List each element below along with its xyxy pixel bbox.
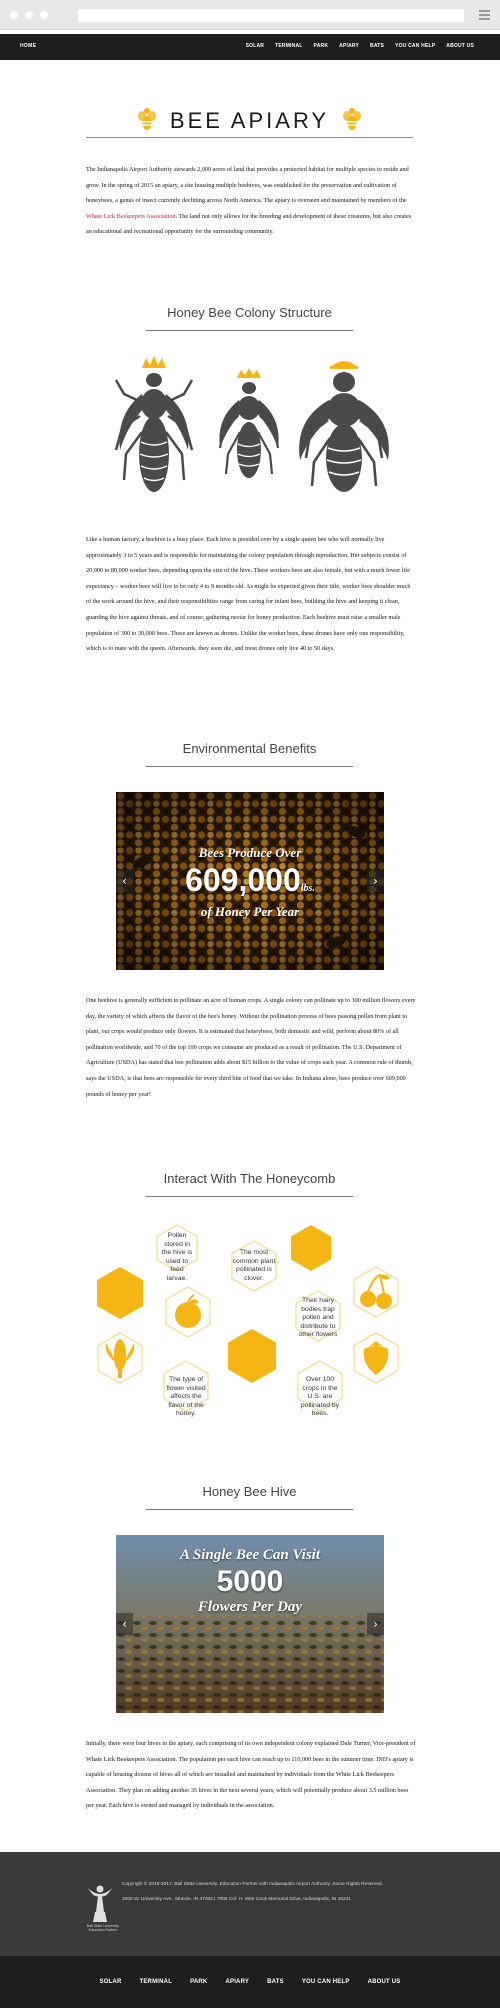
beekeepers-association-link[interactable]: Whate Lick Beekeepers Association [86, 213, 176, 220]
nav-solar-link[interactable]: SOLAR [246, 43, 265, 49]
footer-nav-terminal-link[interactable]: TERMINAL [139, 1979, 172, 1985]
address-bar[interactable] [78, 9, 464, 22]
apple-icon [175, 1294, 201, 1328]
nav-home-link[interactable]: HOME [20, 43, 36, 49]
slide-number: 609,000 [185, 862, 301, 898]
slide-big-number: 5000 [216, 1565, 284, 1598]
slide-prev-arrow-icon[interactable]: ‹ [116, 1613, 133, 1635]
page-title-block: BEE APIARY [86, 102, 413, 142]
footer-nav-you-can-help-link[interactable]: YOU CAN HELP [302, 1979, 350, 1985]
ball-state-beneficence-logo-icon [88, 1885, 112, 1922]
slide-next-arrow-icon[interactable]: › [367, 1613, 384, 1635]
top-nav-links: SOLAR TERMINAL PARK APIARY BATS YOU CAN … [246, 43, 474, 49]
nav-you-can-help-link[interactable]: YOU CAN HELP [395, 43, 435, 49]
slide-prev-arrow-icon[interactable]: ‹ [116, 870, 133, 892]
footer-nav-about-us-link[interactable]: ABOUT US [368, 1979, 401, 1985]
nav-apiary-link[interactable]: APIARY [339, 43, 359, 49]
slide-caption-top: Bees Produce Over [198, 845, 302, 860]
environment-heading: Environmental Benefits [182, 741, 317, 756]
fact-flower-flavor[interactable]: The type of flower visited affects the f… [164, 1376, 208, 1419]
window-maximize-dot[interactable] [40, 11, 48, 19]
worker-bee-icon [218, 382, 280, 478]
drone-cap-icon [330, 361, 358, 369]
footer-nav-links: SOLAR TERMINAL PARK APIARY BATS YOU CAN … [0, 1979, 500, 1985]
slide-caption-top: A Single Bee Can Visit [179, 1547, 321, 1563]
section-divider [146, 766, 353, 767]
browser-chrome [0, 0, 500, 30]
queen-bee-icon [114, 373, 194, 492]
honey-production-slide: Bees Produce Over 609,000lbs. of Honey P… [116, 792, 384, 970]
cherry-icon [360, 1273, 392, 1309]
hex-cell-yellow [291, 1225, 331, 1271]
nav-terminal-link[interactable]: TERMINAL [275, 43, 302, 49]
strawberry-icon [363, 1341, 389, 1375]
footer-navigation: SOLAR TERMINAL PARK APIARY BATS YOU CAN … [0, 1956, 500, 2008]
intro-paragraph: The Indianapolis Airport Authority stewa… [86, 162, 416, 240]
bee-castes-illustration [114, 356, 389, 492]
window-minimize-dot[interactable] [25, 11, 33, 19]
footer-logo-caption: Ball State University Education Partner [86, 1924, 120, 1933]
corn-icon [105, 1339, 135, 1378]
bee-icon [343, 108, 361, 130]
drone-bee-icon [299, 372, 389, 492]
slide-big-number: 609,000lbs. [116, 862, 384, 899]
hex-cell-yellow [97, 1267, 143, 1319]
section-divider [146, 1196, 353, 1197]
nav-bats-link[interactable]: BATS [370, 43, 384, 49]
page-title: BEE APIARY [169, 108, 330, 133]
footer-nav-park-link[interactable]: PARK [190, 1979, 207, 1985]
window-close-dot[interactable] [10, 11, 18, 19]
slide-caption-bottom: of Honey Per Year [200, 904, 300, 919]
intro-text-1: The Indianapolis Airport Authority stewa… [86, 166, 409, 205]
crown-icon [142, 356, 166, 368]
footer-nav-bats-link[interactable]: BATS [267, 1979, 284, 1985]
hamburger-menu-icon[interactable] [479, 10, 490, 20]
interactive-honeycomb: Pollen stored in the hive is used to fee… [80, 1215, 420, 1445]
environment-paragraph: One beehive is generally sufficient to p… [86, 997, 416, 1098]
slide-next-arrow-icon[interactable]: › [367, 870, 384, 892]
colony-heading: Honey Bee Colony Structure [167, 305, 332, 320]
hive-paragraph: Initially, there were four hives in the … [86, 1740, 416, 1810]
hex-cell-yellow [228, 1329, 276, 1383]
hive-heading: Honey Bee Hive [202, 1484, 297, 1499]
section-divider [146, 1509, 353, 1510]
honeycomb-heading: Interact With The Honeycomb [163, 1171, 336, 1186]
top-navigation: HOME SOLAR TERMINAL PARK APIARY BATS YOU… [0, 34, 500, 60]
slide-caption-bottom: Flowers Per Day [197, 1599, 303, 1615]
section-divider [146, 330, 353, 331]
bee-visit-slide: A Single Bee Can Visit 5000 Flowers Per … [116, 1535, 384, 1713]
footer-nav-apiary-link[interactable]: APIARY [225, 1979, 249, 1985]
footer-address: 2000 W. University Ave., Muncie, IN 4730… [122, 1897, 352, 1902]
worker-hat-icon [237, 368, 261, 378]
footer-copyright: Copyright © 2016-2017. Ball State Univer… [122, 1882, 383, 1887]
fact-pollen-larvae[interactable]: Pollen stored in the hive is used to fee… [160, 1232, 194, 1284]
footer-nav-solar-link[interactable]: SOLAR [99, 1979, 121, 1985]
slide-unit: lbs. [300, 883, 315, 894]
nav-about-us-link[interactable]: ABOUT US [446, 43, 474, 49]
fact-clover[interactable]: The most common plant pollinated is clov… [229, 1249, 279, 1283]
fact-hairy-bodies[interactable]: Their hairy bodies trap pollen and distr… [293, 1297, 343, 1340]
nav-park-link[interactable]: PARK [314, 43, 329, 49]
footer: Ball State University Education Partner … [0, 1852, 500, 1956]
fact-crops[interactable]: Over 100 crops in the U.S. are pollinate… [299, 1376, 341, 1419]
hex-cell-cherry [353, 1266, 399, 1318]
title-divider [86, 137, 413, 138]
colony-paragraph: Like a human factory, a beehive is a bus… [86, 536, 411, 653]
